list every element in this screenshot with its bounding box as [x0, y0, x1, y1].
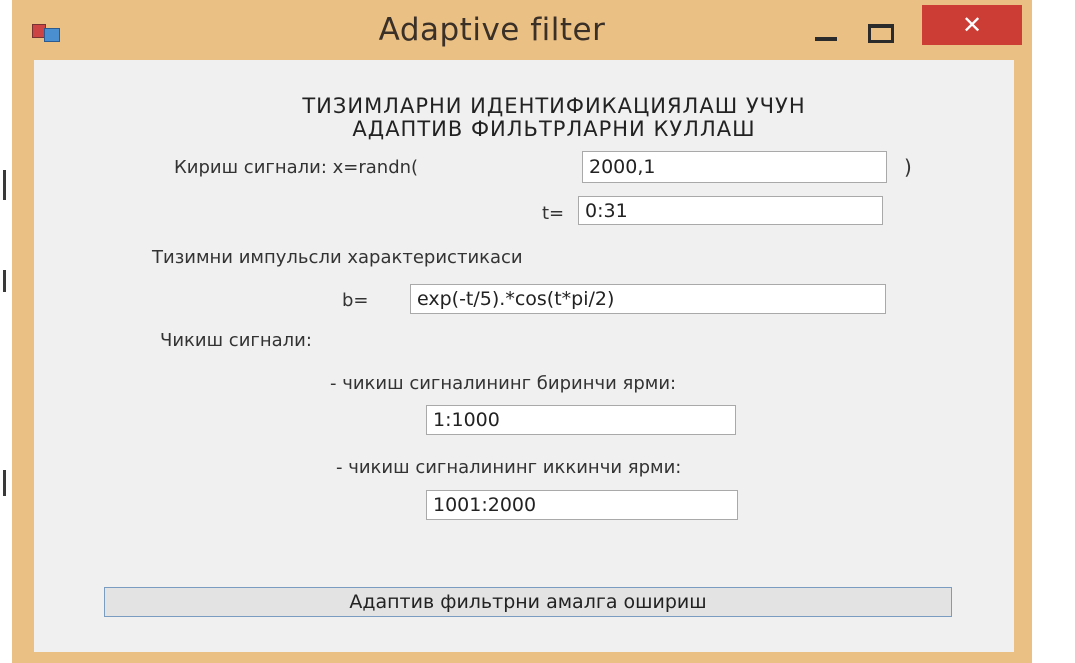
app-icon[interactable]: [32, 22, 60, 42]
b-label: b=: [342, 290, 369, 311]
input-signal-field[interactable]: [582, 151, 887, 183]
output-signal-label: Чикиш сигнали:: [160, 330, 312, 351]
second-half-field[interactable]: [426, 490, 738, 520]
minimize-button[interactable]: [807, 18, 847, 48]
maximize-button[interactable]: [860, 18, 900, 48]
first-half-field[interactable]: [426, 405, 736, 435]
title-bar[interactable]: Adaptive filter ✕: [12, 0, 1032, 60]
window-title: Adaptive filter: [378, 12, 606, 48]
close-button[interactable]: ✕: [922, 5, 1022, 45]
impulse-label: Тизимни импульсли характеристикаси: [152, 247, 523, 268]
run-adaptive-filter-button[interactable]: Адаптив фильтрни амалга ошириш: [104, 587, 952, 617]
second-half-label: - чикиш сигналининг иккинчи ярми:: [336, 457, 682, 478]
input-signal-label: Кириш сигнали: x=randn(: [174, 157, 419, 178]
form-heading: ТИЗИМЛАРНИ ИДЕНТИФИКАЦИЯЛАШ УЧУН АДАПТИВ…: [302, 94, 806, 141]
edge-mark: [3, 270, 6, 292]
t-field[interactable]: [578, 196, 883, 225]
t-label: t=: [542, 203, 565, 224]
app-window: Adaptive filter ✕ ТИЗИМЛАРНИ ИДЕНТИФИКАЦ…: [12, 0, 1032, 663]
input-signal-close-paren: ): [904, 155, 912, 179]
first-half-label: - чикиш сигналининг биринчи ярми:: [330, 373, 677, 394]
b-field[interactable]: [410, 284, 886, 314]
close-icon: ✕: [961, 11, 983, 39]
desktop-edge: [0, 0, 12, 663]
edge-mark: [3, 470, 6, 496]
edge-mark: [3, 170, 6, 200]
form-client-area: ТИЗИМЛАРНИ ИДЕНТИФИКАЦИЯЛАШ УЧУН АДАПТИВ…: [34, 60, 1014, 652]
